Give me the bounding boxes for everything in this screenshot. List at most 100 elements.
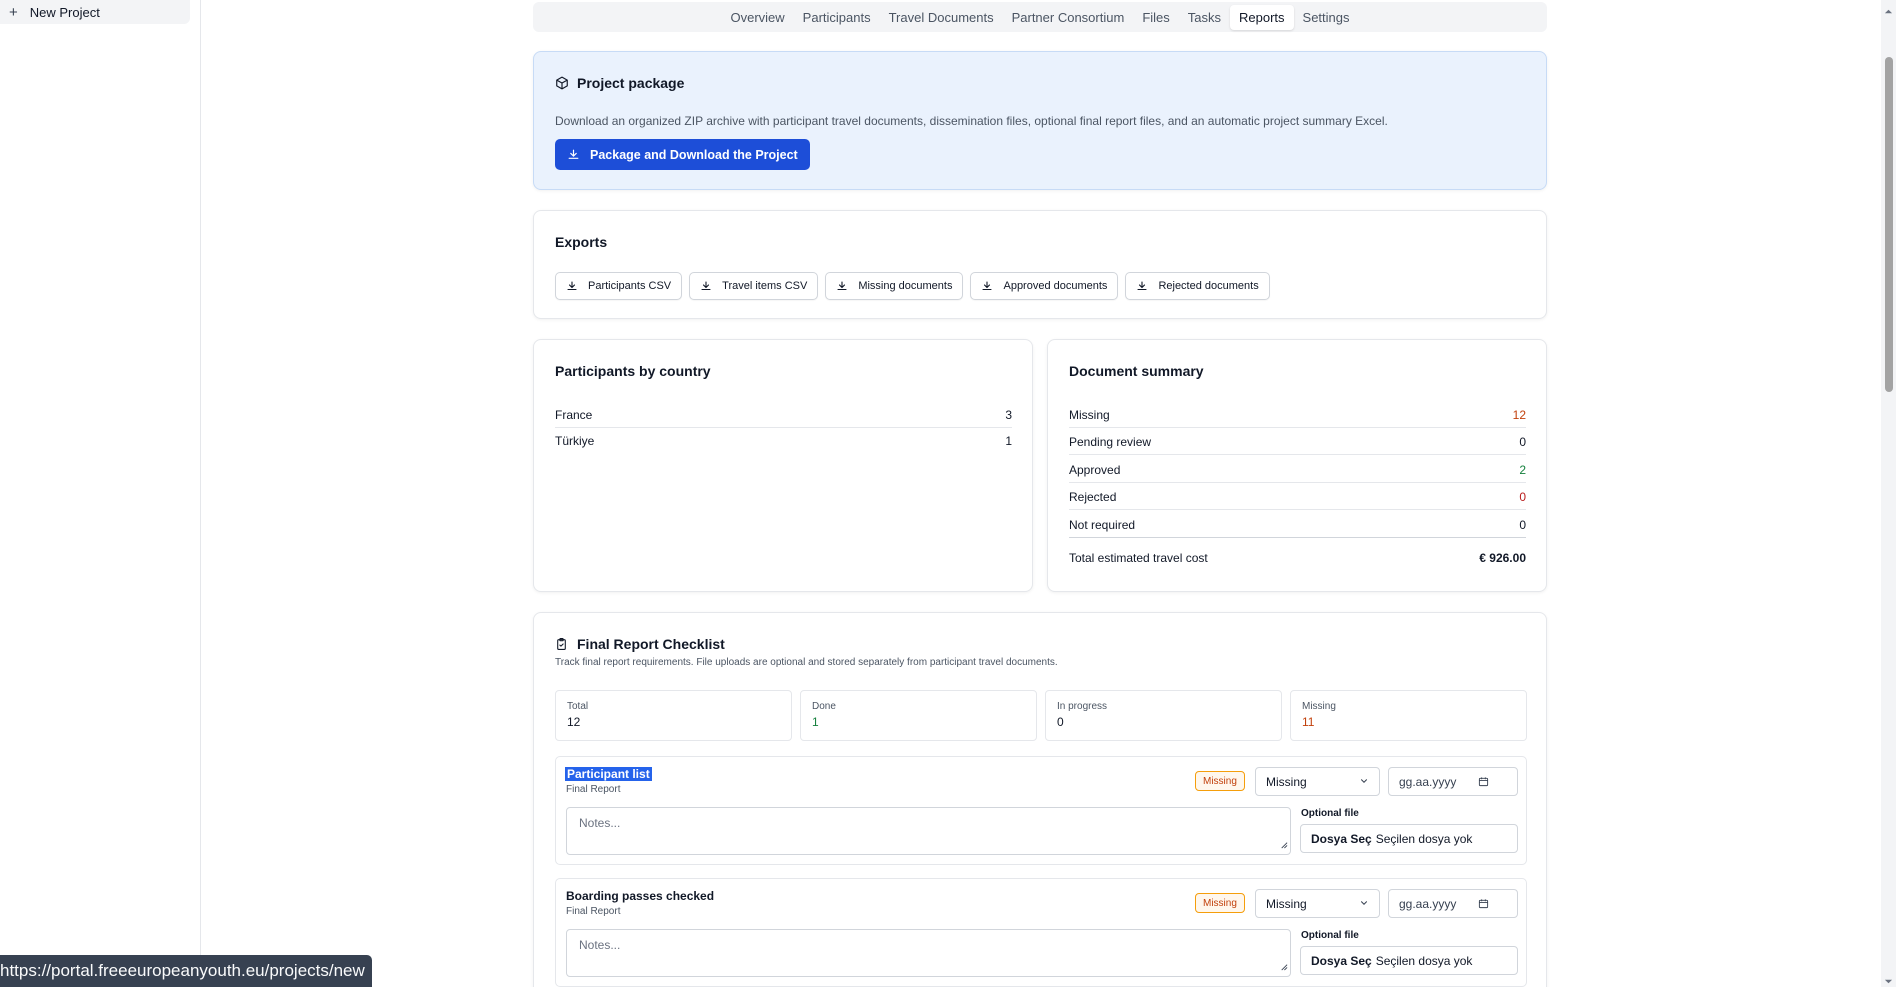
- status-select[interactable]: Missing: [1255, 889, 1380, 918]
- stat-in-progress: In progress 0: [1045, 690, 1282, 741]
- no-file-text: Seçilen dosya yok: [1375, 953, 1473, 968]
- notes-textarea[interactable]: Notes...: [566, 929, 1291, 977]
- document-summary-card: Document summary Missing 12 Pending revi…: [1047, 339, 1547, 592]
- export-label: Approved documents: [1003, 280, 1108, 292]
- stat-done: Done 1: [800, 690, 1037, 741]
- choose-file-button[interactable]: Dosya Seç: [1311, 832, 1372, 846]
- export-participants-csv-button[interactable]: Participants CSV: [555, 272, 683, 300]
- status-select-value: Missing: [1266, 896, 1307, 911]
- export-label: Rejected documents: [1158, 280, 1259, 292]
- status-badge: Missing: [1195, 893, 1245, 913]
- optional-file-label: Optional file: [1301, 930, 1359, 941]
- date-input[interactable]: gg.aa.yyyy: [1388, 767, 1518, 796]
- summary-row-total-cost: Total estimated travel cost € 926.00: [1069, 545, 1526, 571]
- export-label: Missing documents: [858, 280, 953, 292]
- resize-handle-icon[interactable]: [1279, 838, 1288, 852]
- checklist-title: Final Report Checklist: [555, 636, 725, 652]
- summary-value: 2: [1519, 462, 1526, 477]
- new-project-button[interactable]: + New Project: [0, 0, 190, 24]
- package-download-button[interactable]: Package and Download the Project: [555, 139, 810, 170]
- country-count: 1: [1005, 434, 1012, 448]
- country-row: Türkiye 1: [555, 428, 1012, 454]
- calendar-icon[interactable]: [1478, 776, 1489, 787]
- date-input[interactable]: gg.aa.yyyy: [1388, 889, 1518, 918]
- country-name: Türkiye: [555, 434, 595, 448]
- export-missing-documents-button[interactable]: Missing documents: [825, 272, 964, 300]
- export-buttons: Participants CSV Travel items CSV Missin…: [555, 272, 1270, 300]
- tab-files[interactable]: Files: [1133, 5, 1178, 30]
- project-package-title-text: Project package: [577, 75, 685, 91]
- export-label: Participants CSV: [588, 280, 672, 292]
- exports-title: Exports: [555, 234, 608, 250]
- chevron-down-icon: [1359, 775, 1369, 789]
- summary-label: Pending review: [1069, 434, 1152, 449]
- export-label: Travel items CSV: [722, 280, 808, 292]
- country-row: France 3: [555, 402, 1012, 428]
- stat-missing: Missing 11: [1290, 690, 1527, 741]
- summary-row-not-required: Not required 0: [1069, 512, 1526, 538]
- summary-row-rejected: Rejected 0: [1069, 484, 1526, 510]
- total-cost-value: € 926.00: [1479, 551, 1526, 565]
- tab-travel-documents[interactable]: Travel Documents: [880, 5, 1003, 30]
- calendar-icon[interactable]: [1478, 898, 1489, 909]
- notes-placeholder: Notes...: [579, 816, 621, 830]
- summary-row-pending-review: Pending review 0: [1069, 429, 1526, 455]
- download-icon: [981, 280, 993, 292]
- notes-textarea[interactable]: Notes...: [566, 807, 1291, 855]
- checklist-item-title: Participant list: [565, 767, 652, 781]
- file-input[interactable]: Dosya Seç Seçilen dosya yok: [1300, 946, 1518, 975]
- resize-handle-icon[interactable]: [1279, 960, 1288, 974]
- notes-placeholder: Notes...: [579, 938, 621, 952]
- stat-value: 0: [1057, 715, 1064, 729]
- summary-label: Missing: [1069, 407, 1110, 422]
- summary-row-missing: Missing 12: [1069, 402, 1526, 428]
- exports-card: Exports Participants CSV Travel items CS…: [533, 210, 1547, 319]
- choose-file-button[interactable]: Dosya Seç: [1311, 954, 1372, 968]
- tab-reports[interactable]: Reports: [1230, 4, 1294, 30]
- stat-value: 11: [1302, 715, 1315, 729]
- status-badge: Missing: [1195, 771, 1245, 791]
- project-package-card: Project package Download an organized ZI…: [533, 51, 1547, 190]
- country-name: France: [555, 407, 593, 422]
- status-url-bar: https://portal.freeeuropeanyouth.eu/proj…: [0, 955, 372, 987]
- document-summary-title: Document summary: [1069, 363, 1204, 379]
- stat-label: Total: [567, 701, 589, 712]
- optional-file-label: Optional file: [1301, 808, 1359, 819]
- scrollbar-thumb[interactable]: [1885, 57, 1893, 392]
- checklist-item-category: Final Report: [566, 784, 621, 795]
- package-icon: [555, 76, 569, 90]
- country-count: 3: [1005, 407, 1012, 422]
- status-select[interactable]: Missing: [1255, 767, 1380, 796]
- summary-value: 0: [1519, 517, 1526, 532]
- scroll-up-arrow-icon[interactable]: [1884, 3, 1893, 14]
- vertical-scrollbar[interactable]: [1881, 0, 1896, 987]
- tab-overview[interactable]: Overview: [721, 5, 793, 30]
- project-package-description: Download an organized ZIP archive with p…: [555, 114, 1388, 128]
- participants-by-country-title: Participants by country: [555, 363, 711, 379]
- tab-participants[interactable]: Participants: [794, 5, 880, 30]
- tab-bar: Overview Participants Travel Documents P…: [533, 2, 1547, 32]
- export-approved-documents-button[interactable]: Approved documents: [970, 272, 1119, 300]
- plus-icon: +: [9, 3, 18, 21]
- stat-label: Done: [812, 701, 836, 712]
- export-rejected-documents-button[interactable]: Rejected documents: [1125, 272, 1270, 300]
- tab-tasks[interactable]: Tasks: [1179, 5, 1230, 30]
- download-icon: [700, 280, 712, 292]
- summary-value: 12: [1512, 407, 1526, 422]
- new-project-label: New Project: [29, 4, 100, 20]
- checklist-title-text: Final Report Checklist: [577, 636, 725, 652]
- checklist-item-category: Final Report: [566, 906, 621, 917]
- clipboard-icon: [555, 637, 569, 651]
- scroll-down-arrow-icon[interactable]: [1884, 973, 1893, 984]
- tab-settings[interactable]: Settings: [1294, 5, 1359, 30]
- package-download-label: Package and Download the Project: [590, 147, 798, 162]
- participants-by-country-card: Participants by country France 3 Türkiye…: [533, 339, 1033, 592]
- tab-partner-consortium[interactable]: Partner Consortium: [1003, 5, 1134, 30]
- file-input[interactable]: Dosya Seç Seçilen dosya yok: [1300, 824, 1518, 853]
- download-icon: [836, 280, 848, 292]
- export-travel-items-csv-button[interactable]: Travel items CSV: [689, 272, 819, 300]
- stat-label: In progress: [1057, 701, 1108, 712]
- summary-label: Approved: [1069, 462, 1121, 477]
- final-report-checklist-card: Final Report Checklist Track final repor…: [533, 612, 1547, 987]
- chevron-down-icon: [1359, 897, 1369, 911]
